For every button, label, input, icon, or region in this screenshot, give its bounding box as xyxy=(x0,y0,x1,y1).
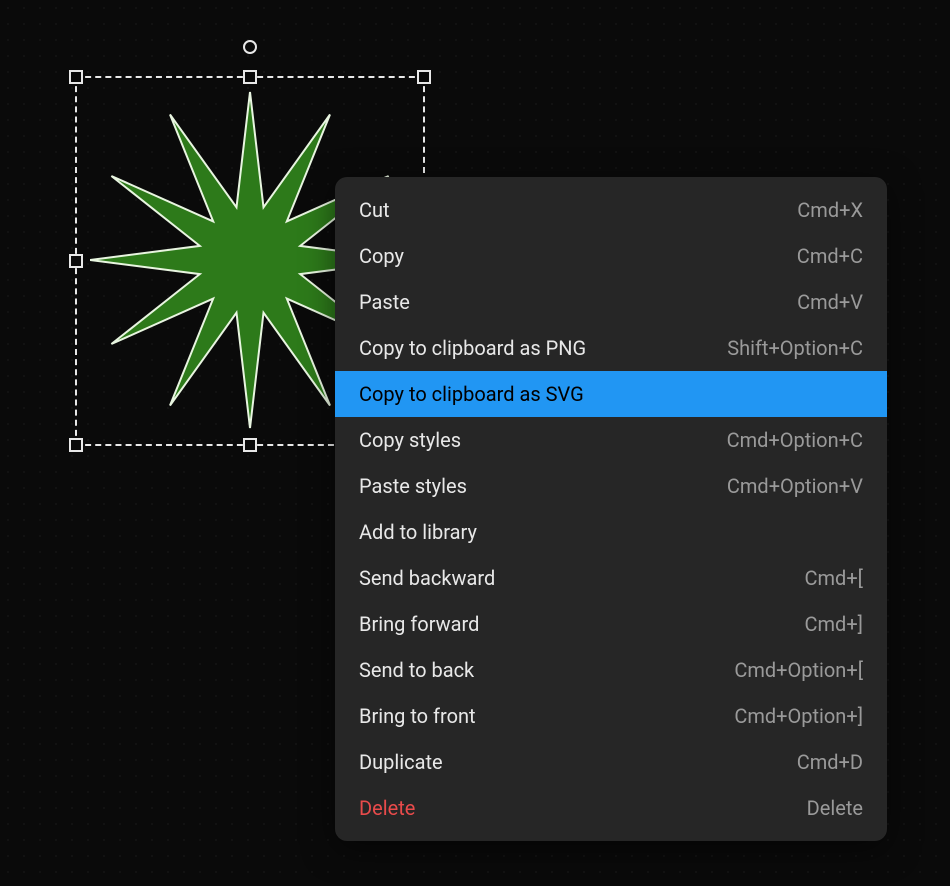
selection-handle-top-middle[interactable] xyxy=(243,70,257,84)
menu-item-paste[interactable]: Paste Cmd+V xyxy=(335,279,887,325)
menu-item-shortcut: Cmd+Option+C xyxy=(727,428,863,452)
menu-item-shortcut: Cmd+D xyxy=(797,750,863,774)
menu-item-label: Duplicate xyxy=(359,750,443,774)
menu-item-shortcut: Cmd+V xyxy=(797,290,863,314)
rotate-handle[interactable] xyxy=(243,40,257,54)
menu-item-shortcut: Cmd+Option+[ xyxy=(734,658,863,682)
menu-item-shortcut: Cmd+C xyxy=(797,244,863,268)
menu-item-label: Copy styles xyxy=(359,428,461,452)
menu-item-shortcut: Cmd+Option+V xyxy=(727,474,863,498)
menu-item-send-backward[interactable]: Send backward Cmd+[ xyxy=(335,555,887,601)
context-menu: Cut Cmd+X Copy Cmd+C Paste Cmd+V Copy to clipb… xyxy=(335,177,887,841)
menu-item-bring-forward[interactable]: Bring forward Cmd+] xyxy=(335,601,887,647)
selection-handle-top-right[interactable] xyxy=(417,70,431,84)
menu-item-paste-styles[interactable]: Paste styles Cmd+Option+V xyxy=(335,463,887,509)
menu-item-copy-to-clipboard-as-svg[interactable]: Copy to clipboard as SVG xyxy=(335,371,887,417)
menu-item-label: Add to library xyxy=(359,520,477,544)
menu-item-label: Delete xyxy=(359,796,415,820)
menu-item-copy[interactable]: Copy Cmd+C xyxy=(335,233,887,279)
menu-item-shortcut: Shift+Option+C xyxy=(727,336,863,360)
menu-item-send-to-back[interactable]: Send to back Cmd+Option+[ xyxy=(335,647,887,693)
selection-handle-top-left[interactable] xyxy=(69,70,83,84)
menu-item-duplicate[interactable]: Duplicate Cmd+D xyxy=(335,739,887,785)
menu-item-copy-styles[interactable]: Copy styles Cmd+Option+C xyxy=(335,417,887,463)
menu-item-label: Bring forward xyxy=(359,612,479,636)
menu-item-shortcut: Delete xyxy=(807,796,863,820)
menu-item-label: Copy to clipboard as PNG xyxy=(359,336,586,360)
menu-item-label: Send backward xyxy=(359,566,495,590)
menu-item-shortcut: Cmd+[ xyxy=(805,566,864,590)
menu-item-label: Copy xyxy=(359,244,404,268)
selection-handle-middle-left[interactable] xyxy=(69,254,83,268)
menu-item-shortcut: Cmd+Option+] xyxy=(734,704,863,728)
menu-item-label: Paste xyxy=(359,290,410,314)
menu-item-label: Bring to front xyxy=(359,704,476,728)
menu-item-add-to-library[interactable]: Add to library xyxy=(335,509,887,555)
menu-item-bring-to-front[interactable]: Bring to front Cmd+Option+] xyxy=(335,693,887,739)
menu-item-copy-to-clipboard-as-png[interactable]: Copy to clipboard as PNG Shift+Option+C xyxy=(335,325,887,371)
menu-item-label: Send to back xyxy=(359,658,474,682)
menu-item-cut[interactable]: Cut Cmd+X xyxy=(335,187,887,233)
menu-item-shortcut: Cmd+X xyxy=(797,198,863,222)
menu-item-label: Paste styles xyxy=(359,474,467,498)
selection-handle-bottom-left[interactable] xyxy=(69,438,83,452)
menu-item-delete[interactable]: Delete Delete xyxy=(335,785,887,831)
menu-item-shortcut: Cmd+] xyxy=(805,612,864,636)
menu-item-label: Cut xyxy=(359,198,390,222)
selection-handle-bottom-middle[interactable] xyxy=(243,438,257,452)
menu-item-label: Copy to clipboard as SVG xyxy=(359,382,584,406)
